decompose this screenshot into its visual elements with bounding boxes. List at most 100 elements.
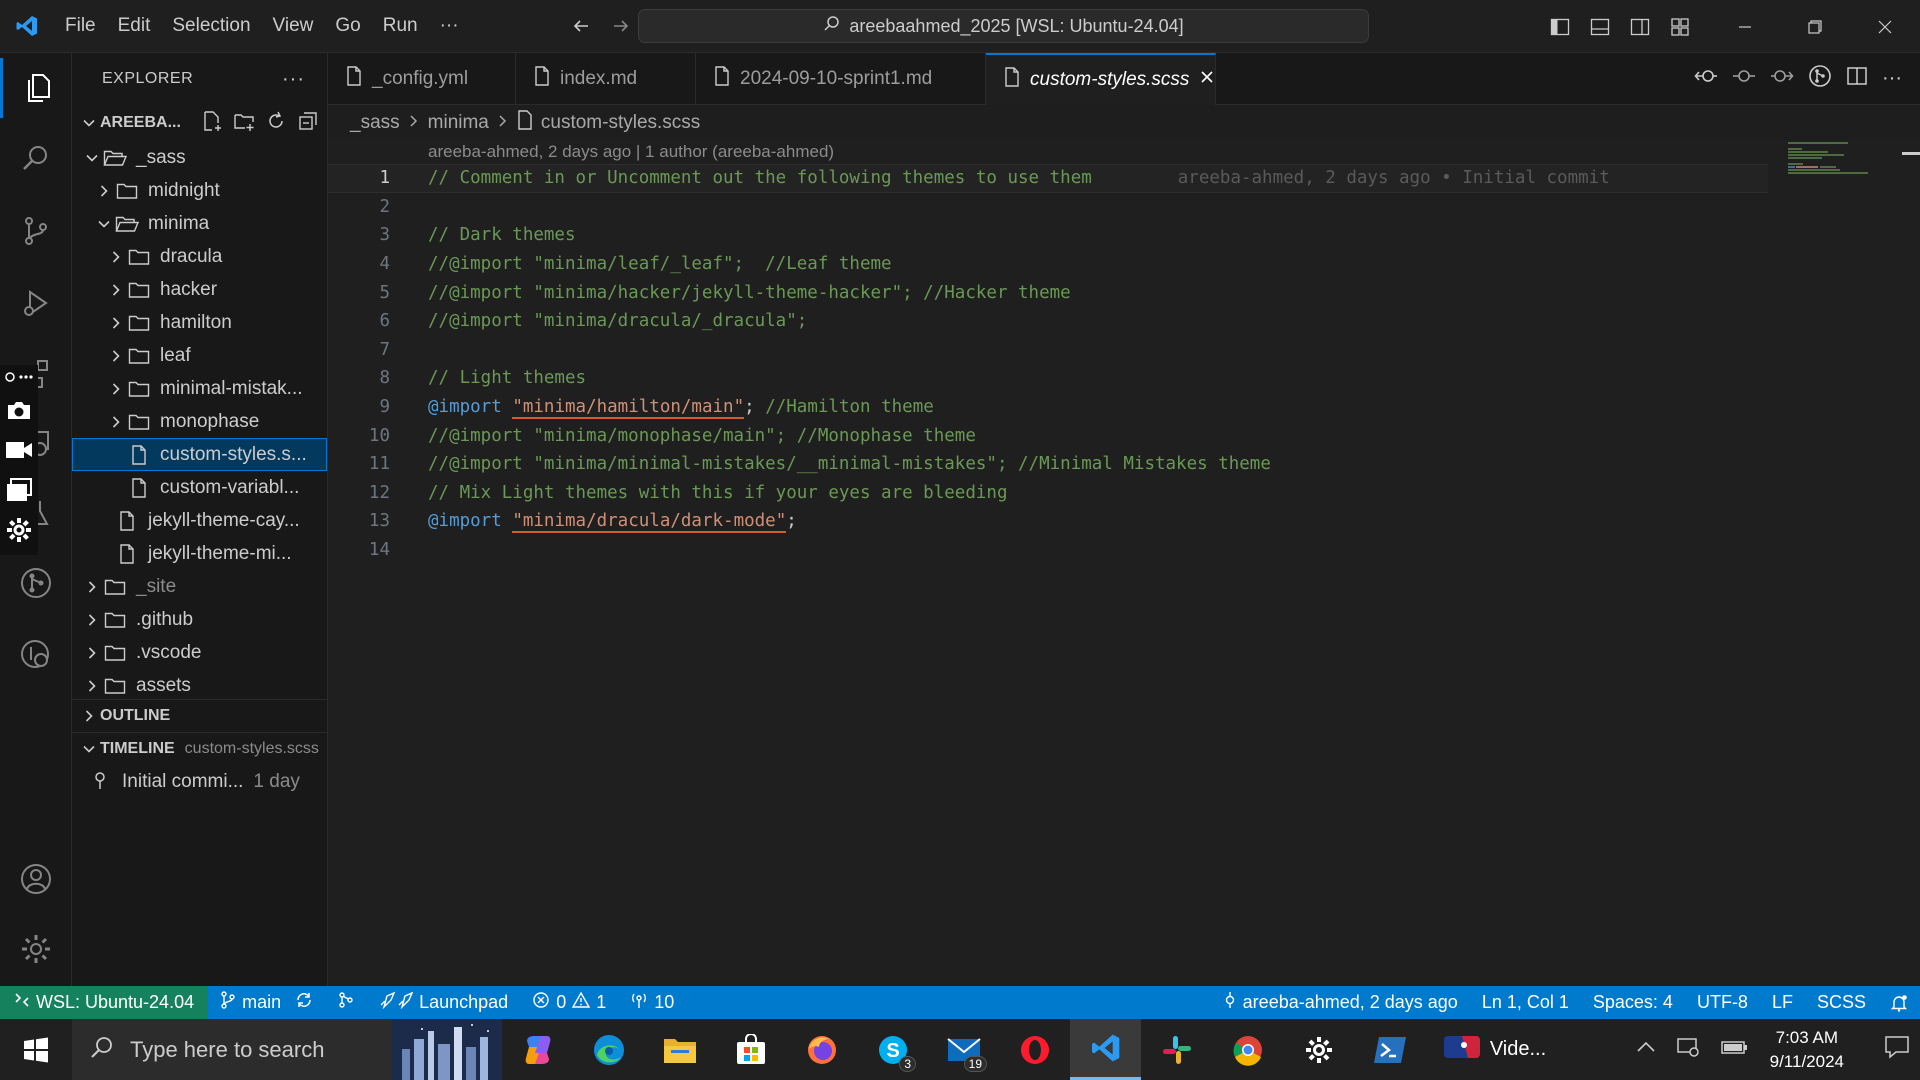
code-line[interactable]: 2 <box>328 193 1768 222</box>
toggle-primary-sidebar-icon[interactable] <box>1540 0 1580 53</box>
chrome-icon[interactable] <box>1212 1019 1283 1080</box>
minimize-icon[interactable] <box>1710 0 1780 53</box>
camera-icon[interactable] <box>4 395 34 425</box>
mail-icon[interactable]: 19 <box>928 1019 999 1080</box>
menu-item[interactable]: View <box>262 0 325 53</box>
code-line[interactable]: 11 //@import "minima/minimal-mistakes/__m… <box>328 450 1768 479</box>
folder-item[interactable]: _site <box>72 570 327 603</box>
toggle-panel-icon[interactable] <box>1580 0 1620 53</box>
new-folder-icon[interactable] <box>233 110 255 137</box>
system-clock[interactable]: 7:03 AM 9/11/2024 <box>1770 1026 1844 1074</box>
code-line[interactable]: 13 @import "minima/dracula/dark-mode"; <box>328 507 1768 536</box>
vscode-logo-icon[interactable] <box>0 0 54 53</box>
close-window-icon[interactable] <box>1850 0 1920 53</box>
editor-tab[interactable]: _config.yml <box>328 53 516 105</box>
language-mode[interactable]: SCSS <box>1805 986 1878 1019</box>
scrollbar-marker[interactable] <box>1902 152 1920 155</box>
editor-tab[interactable]: custom-styles.scss <box>986 53 1216 105</box>
code-line[interactable]: 4 //@import "minima/leaf/_leaf"; //Leaf t… <box>328 250 1768 279</box>
file-item[interactable]: jekyll-theme-cay... <box>72 504 327 537</box>
close-tab-icon[interactable] <box>1199 69 1215 91</box>
folder-item[interactable]: monophase <box>72 405 327 438</box>
code-editor[interactable]: areeba-ahmed, 2 days ago | 1 author (are… <box>328 140 1920 986</box>
code-line[interactable]: 12 // Mix Light themes with this if your … <box>328 479 1768 508</box>
microsoft-store-icon[interactable] <box>715 1019 786 1080</box>
chevron-up-icon[interactable] <box>1636 1040 1656 1059</box>
manage-gear-icon[interactable] <box>0 919 72 979</box>
encoding[interactable]: UTF-8 <box>1685 986 1760 1019</box>
video-camera-icon[interactable] <box>4 435 34 465</box>
folder-item[interactable]: midnight <box>72 174 327 207</box>
inline-blame[interactable]: areeba-ahmed, 2 days ago • Initial commi… <box>1178 168 1610 188</box>
file-explorer-icon[interactable] <box>644 1019 715 1080</box>
back-arrow-icon[interactable] <box>570 15 592 37</box>
customize-layout-icon[interactable] <box>1660 0 1700 53</box>
more-options-icon[interactable] <box>4 369 34 385</box>
collapse-all-icon[interactable] <box>297 110 319 137</box>
folder-item[interactable]: minimal-mistak... <box>72 372 327 405</box>
command-center[interactable]: areebaahmed_2025 [WSL: Ubuntu-24.04] <box>638 9 1369 43</box>
remote-indicator[interactable]: WSL: Ubuntu-24.04 <box>0 986 209 1019</box>
more-editor-actions-icon[interactable]: ··· <box>1882 67 1902 90</box>
battery-icon[interactable] <box>1720 1037 1750 1062</box>
slack-icon[interactable] <box>1141 1019 1212 1080</box>
sync-icon[interactable] <box>295 991 313 1014</box>
search-activity-icon[interactable] <box>0 128 72 188</box>
problems-indicator[interactable]: 0 1 <box>520 986 618 1019</box>
code-line[interactable]: 14 <box>328 536 1768 565</box>
open-changes-previous-icon[interactable] <box>1694 66 1718 91</box>
folder-item[interactable]: assets <box>72 669 327 699</box>
ports-indicator[interactable]: 10 <box>618 986 686 1019</box>
timeline-item[interactable]: Initial commi... 1 day <box>72 765 327 798</box>
branch-indicator[interactable]: main <box>208 986 325 1019</box>
settings-gear-icon[interactable] <box>1283 1019 1354 1080</box>
video-app-button[interactable]: Vide... <box>1425 1019 1565 1080</box>
menu-item[interactable]: ··· <box>429 0 470 53</box>
capture-settings-gear-icon[interactable] <box>4 515 34 545</box>
taskbar-search-box[interactable]: Type here to search <box>72 1019 502 1080</box>
editor-tab[interactable]: 2024-09-10-sprint1.md <box>696 53 986 105</box>
new-file-icon[interactable] <box>201 110 223 137</box>
launchpad-indicator[interactable]: Launchpad <box>367 986 520 1019</box>
restore-icon[interactable] <box>1780 0 1850 53</box>
start-windows-icon[interactable] <box>0 1019 72 1080</box>
indentation[interactable]: Spaces: 4 <box>1581 986 1685 1019</box>
blame-header[interactable]: areeba-ahmed, 2 days ago | 1 author (are… <box>428 140 834 164</box>
toggle-secondary-sidebar-icon[interactable] <box>1620 0 1660 53</box>
window-capture-icon[interactable] <box>4 475 34 505</box>
editor-tab[interactable]: index.md <box>516 53 696 105</box>
code-line[interactable]: 9 @import "minima/hamilton/main"; //Hamil… <box>328 393 1768 422</box>
menu-item[interactable]: Run <box>372 0 429 53</box>
menu-item[interactable]: Edit <box>107 0 162 53</box>
skype-icon[interactable]: S 3 <box>857 1019 928 1080</box>
split-editor-icon[interactable] <box>1846 66 1868 91</box>
outline-section[interactable]: OUTLINE <box>72 699 327 732</box>
more-actions-icon[interactable]: ··· <box>282 68 305 91</box>
refresh-icon[interactable] <box>265 110 287 137</box>
file-item[interactable]: custom-styles.s... <box>72 438 327 471</box>
notifications-bell-icon[interactable] <box>1878 986 1920 1019</box>
folder-item[interactable]: minima <box>72 207 327 240</box>
code-line[interactable]: 6 //@import "minima/dracula/_dracula"; <box>328 307 1768 336</box>
gitlens-toggle-icon[interactable] <box>1808 64 1832 93</box>
code-line[interactable]: 10 //@import "minima/monophase/main"; //M… <box>328 421 1768 450</box>
code-line[interactable]: 7 <box>328 336 1768 365</box>
run-debug-icon[interactable] <box>0 273 72 333</box>
source-control-icon[interactable] <box>0 201 72 261</box>
code-line[interactable]: 5 //@import "minima/hacker/jekyll-theme-h… <box>328 278 1768 307</box>
copilot-icon[interactable] <box>502 1019 573 1080</box>
powershell-icon[interactable] <box>1354 1019 1425 1080</box>
cursor-position[interactable]: Ln 1, Col 1 <box>1470 986 1581 1019</box>
end-of-line[interactable]: LF <box>1760 986 1805 1019</box>
blame-indicator[interactable]: areeba-ahmed, 2 days ago <box>1211 986 1470 1019</box>
opera-icon[interactable] <box>999 1019 1070 1080</box>
folder-item[interactable]: .vscode <box>72 636 327 669</box>
breadcrumb-item[interactable]: minima <box>428 112 489 134</box>
git-commit-icon[interactable] <box>1732 66 1756 91</box>
code-line[interactable]: 8 // Light themes <box>328 364 1768 393</box>
forward-arrow-icon[interactable] <box>610 15 632 37</box>
gitlens-icon[interactable] <box>0 553 72 613</box>
menu-item[interactable]: File <box>54 0 107 53</box>
workspace-root[interactable]: AREEBA... <box>72 105 327 141</box>
folder-item[interactable]: .github <box>72 603 327 636</box>
